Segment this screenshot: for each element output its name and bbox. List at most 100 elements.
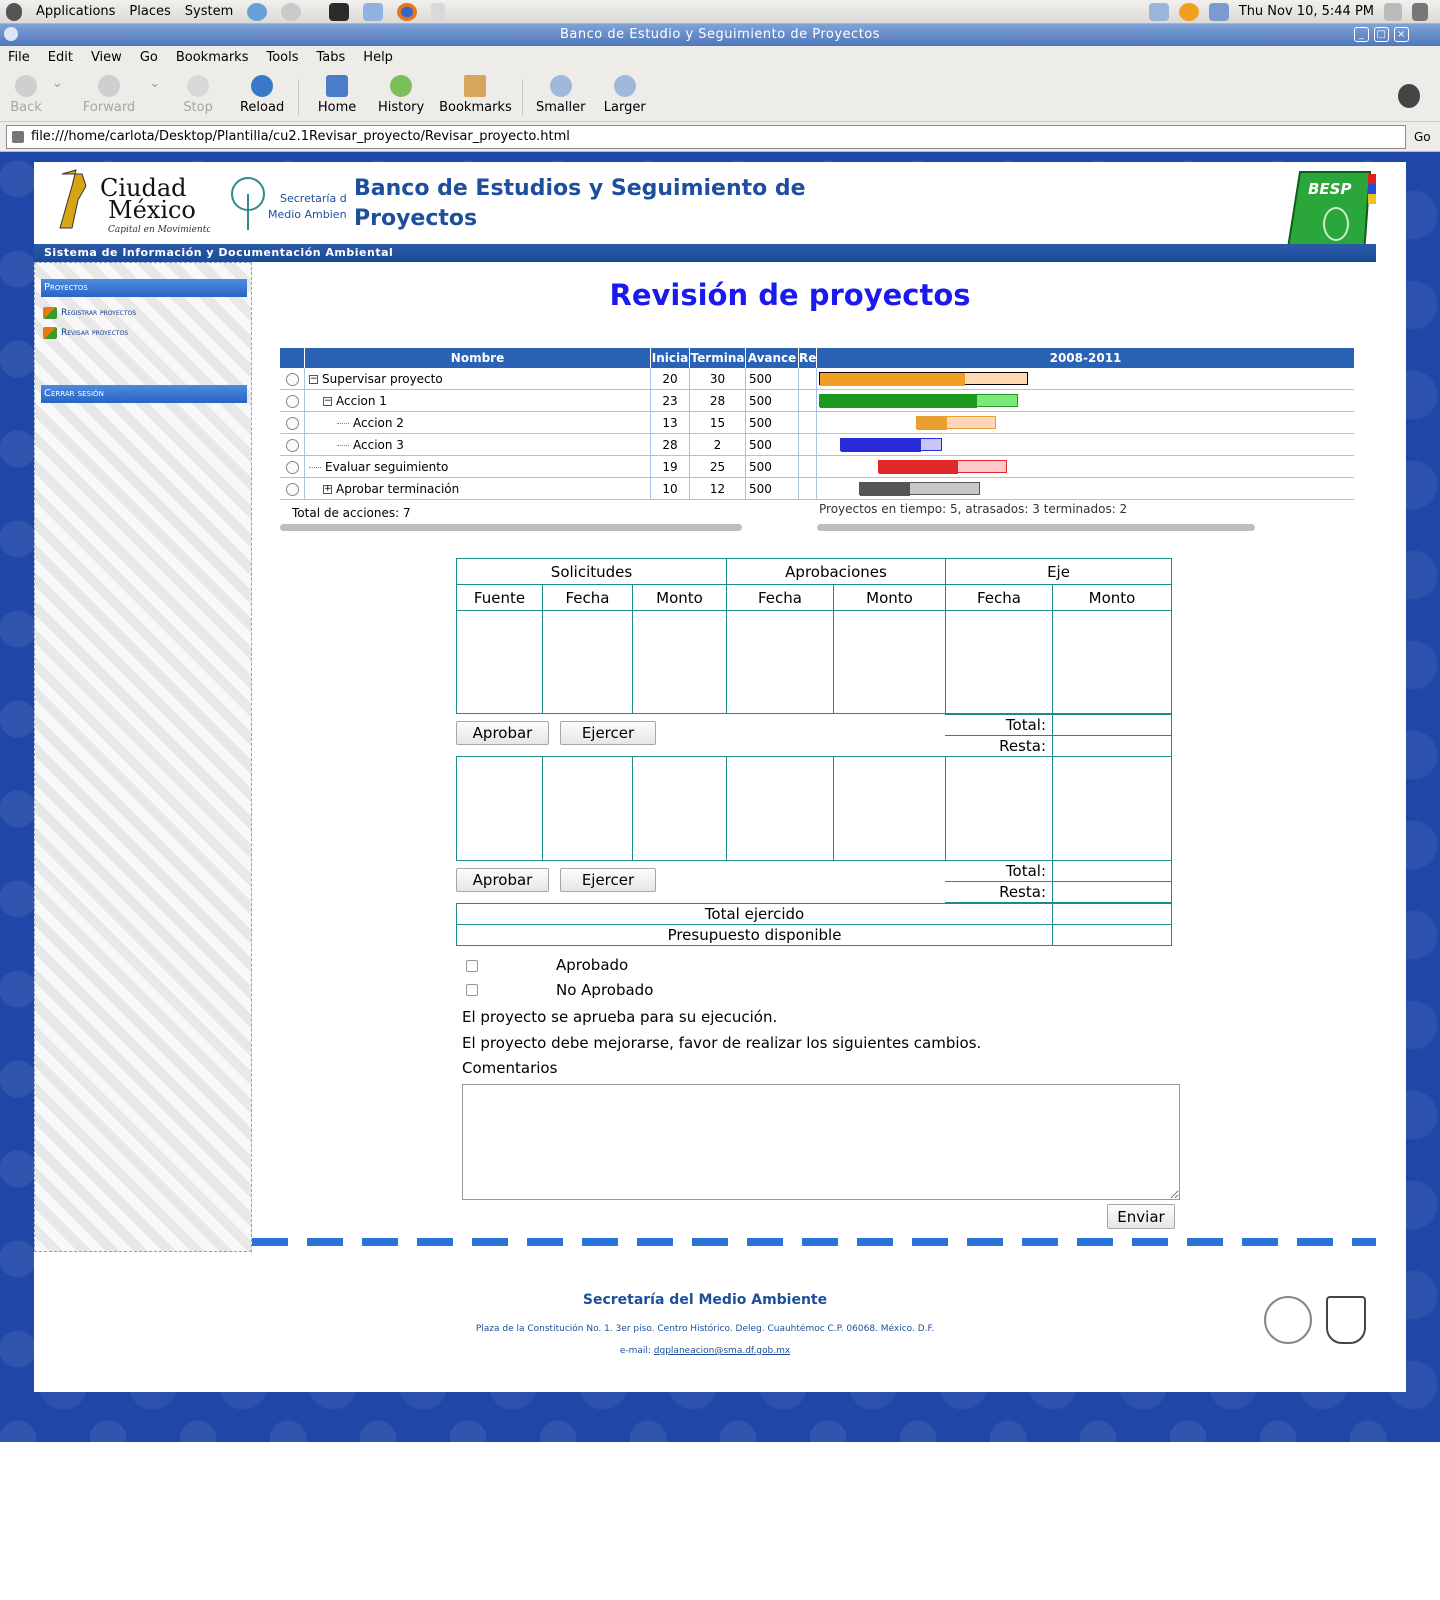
menu-go[interactable]: Go — [140, 50, 158, 65]
grid-row[interactable]: + Aprobar terminación 10 12 500 — [280, 478, 1354, 500]
bookmarks-button[interactable]: Bookmarks — [439, 75, 512, 115]
row-name-cell: Evaluar seguimiento — [305, 456, 651, 478]
sol-monto-cell-2[interactable] — [632, 756, 727, 861]
update-notifier-icon[interactable] — [1178, 2, 1199, 21]
network-status-icon[interactable] — [1148, 2, 1169, 21]
window-menu-icon[interactable] — [4, 27, 18, 41]
aprobado-checkbox[interactable] — [466, 960, 478, 972]
col-header-inicia[interactable]: Inicia — [651, 348, 690, 368]
col-header-nombre[interactable]: Nombre — [305, 348, 651, 368]
ejercer-button-2[interactable]: Ejercer — [560, 868, 656, 892]
col-header-re[interactable]: Re — [799, 348, 817, 368]
panel-clock[interactable]: Thu Nov 10, 5:44 PM — [1239, 4, 1374, 19]
grid-row[interactable]: − Accion 1 23 28 500 — [280, 390, 1354, 412]
collapse-icon[interactable]: − — [323, 397, 332, 406]
go-button[interactable]: Go — [1414, 130, 1431, 144]
ejercer-button-1[interactable]: Ejercer — [560, 721, 656, 745]
gantt-bar[interactable] — [819, 372, 1029, 386]
row-radio[interactable] — [286, 373, 299, 386]
row-radio[interactable] — [286, 395, 299, 408]
mail-launcher-icon[interactable] — [281, 2, 302, 21]
sidebar-item-registrar[interactable]: Registrar proyectos — [43, 307, 136, 319]
home-button[interactable]: Home — [311, 75, 363, 115]
aprobar-button-1[interactable]: Aprobar — [456, 721, 549, 745]
expand-icon[interactable]: + — [323, 485, 332, 494]
gantt-bar[interactable] — [819, 394, 1018, 408]
history-button[interactable]: History — [375, 75, 427, 115]
sidebar-item-revisar[interactable]: Revisar proyectos — [43, 327, 128, 339]
firefox-launcher-icon[interactable] — [397, 2, 418, 21]
fuente-cell-2[interactable] — [456, 756, 543, 861]
col-header-termina[interactable]: Termina — [690, 348, 746, 368]
eje-fecha-cell-1[interactable] — [945, 610, 1053, 714]
forward-button[interactable]: Forward — [83, 75, 135, 115]
reload-button[interactable]: Reload — [236, 75, 288, 115]
row-radio[interactable] — [286, 483, 299, 496]
eje-fecha-cell-2[interactable] — [945, 756, 1053, 861]
grid-row[interactable]: Accion 3 28 2 500 — [280, 434, 1354, 456]
no-aprobado-checkbox[interactable] — [466, 984, 478, 996]
panel-menu-system[interactable]: System — [185, 4, 233, 19]
grid-row[interactable]: Evaluar seguimiento 19 25 500 — [280, 456, 1354, 478]
menu-tabs[interactable]: Tabs — [317, 50, 346, 65]
network-launcher-icon[interactable] — [363, 2, 384, 21]
comentarios-textarea[interactable] — [462, 1084, 1180, 1200]
url-input[interactable] — [6, 124, 1406, 149]
menu-help[interactable]: Help — [363, 50, 393, 65]
row-start: 10 — [651, 478, 690, 500]
grid-row[interactable]: Accion 2 13 15 500 — [280, 412, 1354, 434]
eje-monto-cell-1[interactable] — [1052, 610, 1172, 714]
grid-left-scrollbar[interactable] — [280, 524, 742, 531]
row-start: 23 — [651, 390, 690, 412]
panel-menu-applications[interactable]: Applications — [36, 4, 115, 19]
row-radio[interactable] — [286, 461, 299, 474]
notes-launcher-icon[interactable] — [431, 2, 446, 21]
menu-view[interactable]: View — [91, 50, 122, 65]
gnome-foot-icon[interactable] — [6, 2, 22, 21]
row-end: 12 — [690, 478, 746, 500]
row-radio[interactable] — [286, 417, 299, 430]
menu-file[interactable]: File — [8, 50, 30, 65]
eje-monto-cell-2[interactable] — [1052, 756, 1172, 861]
sol-fecha-cell-2[interactable] — [542, 756, 633, 861]
forward-dropdown-icon[interactable]: ⌄ — [149, 76, 160, 91]
back-dropdown-icon[interactable]: ⌄ — [52, 76, 63, 91]
collapse-icon[interactable]: − — [309, 375, 318, 384]
minimize-button[interactable]: _ — [1354, 27, 1369, 42]
gantt-bar[interactable] — [915, 416, 997, 430]
col-header-avance[interactable]: Avance — [746, 348, 799, 368]
fuente-cell-1[interactable] — [456, 610, 543, 714]
sol-fecha-cell-1[interactable] — [542, 610, 633, 714]
display-icon[interactable] — [1208, 2, 1229, 21]
panel-menu-places[interactable]: Places — [129, 4, 170, 19]
gantt-bar[interactable] — [840, 438, 943, 452]
sidebar-logout[interactable]: Cerrar sesión — [41, 385, 247, 403]
terminal-launcher-icon[interactable] — [329, 2, 350, 21]
apr-monto-cell-2[interactable] — [833, 756, 946, 861]
menu-bookmarks[interactable]: Bookmarks — [176, 50, 249, 65]
row-radio[interactable] — [286, 439, 299, 452]
apr-fecha-cell-1[interactable] — [726, 610, 834, 714]
window-title: Banco de Estudio y Seguimiento de Proyec… — [559, 27, 881, 42]
close-button[interactable]: × — [1394, 27, 1409, 42]
shutdown-icon[interactable] — [1412, 2, 1428, 21]
web-browser-launcher-icon[interactable] — [247, 2, 268, 21]
menu-tools[interactable]: Tools — [266, 50, 298, 65]
gantt-bar[interactable] — [878, 460, 1007, 474]
aprobar-button-2[interactable]: Aprobar — [456, 868, 549, 892]
grid-right-scrollbar[interactable] — [817, 524, 1255, 531]
back-button[interactable]: Back — [0, 75, 52, 115]
stop-button[interactable]: Stop — [172, 75, 224, 115]
maximize-button[interactable]: □ — [1374, 27, 1389, 42]
apr-monto-cell-1[interactable] — [833, 610, 946, 714]
enviar-button[interactable]: Enviar — [1107, 1204, 1175, 1229]
menu-edit[interactable]: Edit — [48, 50, 73, 65]
footer-email-link[interactable]: dgplaneacion@sma.df.gob.mx — [654, 1346, 790, 1356]
grid-row[interactable]: − Supervisar proyecto 20 30 500 — [280, 368, 1354, 390]
sol-monto-cell-1[interactable] — [632, 610, 727, 714]
zoom-larger-button[interactable]: Larger — [599, 75, 651, 115]
gantt-bar[interactable] — [859, 482, 981, 496]
zoom-smaller-button[interactable]: Smaller — [535, 75, 587, 115]
volume-icon[interactable] — [1384, 2, 1402, 21]
apr-fecha-cell-2[interactable] — [726, 756, 834, 861]
